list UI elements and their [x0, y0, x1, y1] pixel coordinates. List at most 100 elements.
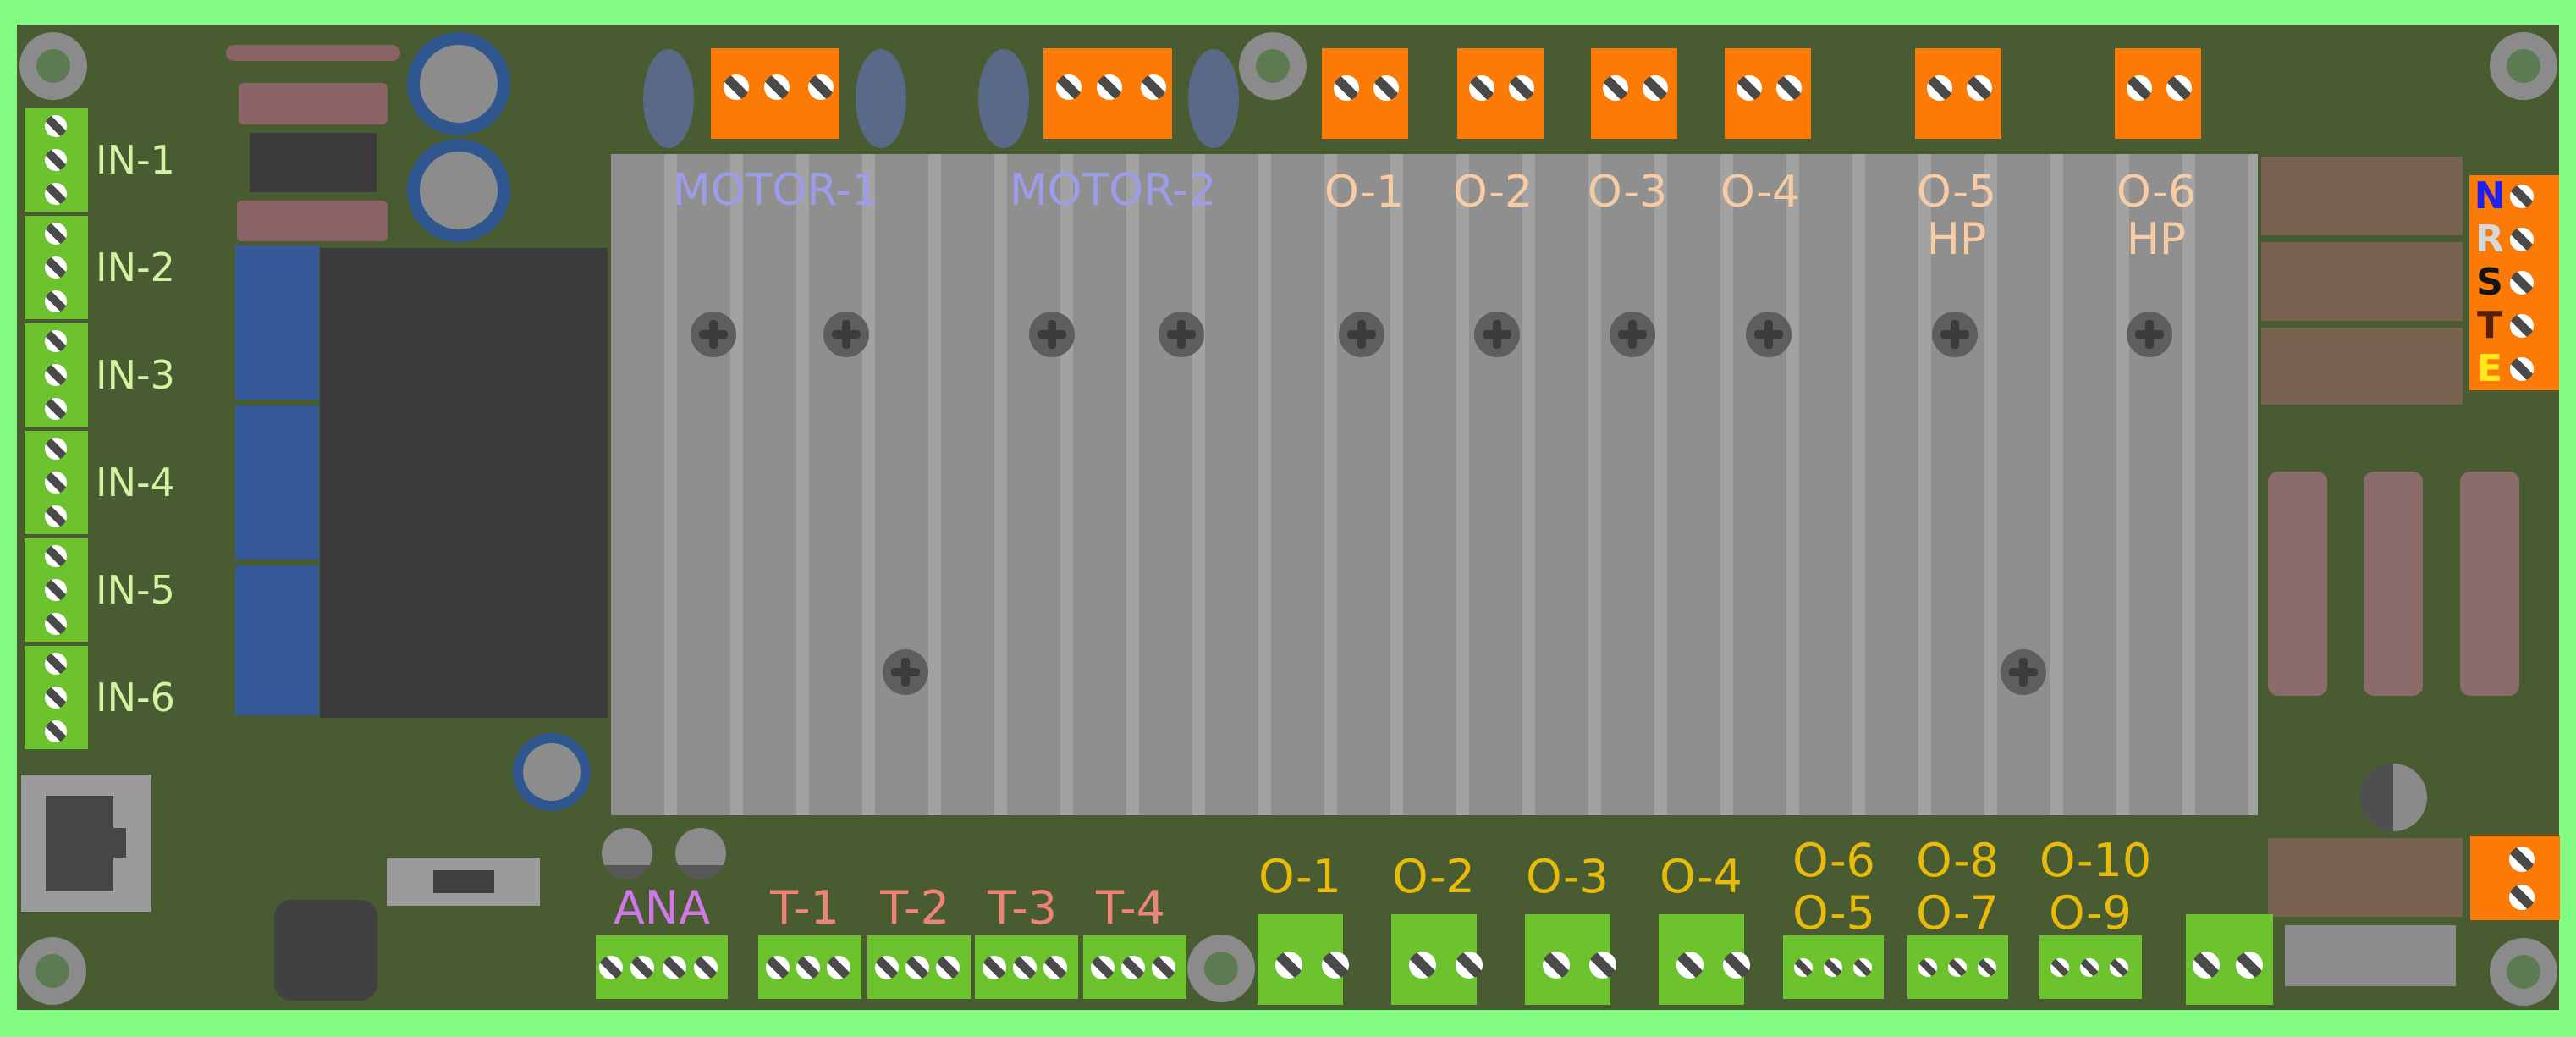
screw [45, 290, 67, 312]
screw [2510, 228, 2534, 251]
screw [45, 720, 67, 742]
terminal-o4-top [1725, 48, 1811, 139]
in-4-label: IN-4 [96, 461, 175, 505]
ana-label: ANA [603, 883, 721, 934]
capacitor-medium [513, 733, 591, 811]
terminal-t4 [1083, 935, 1186, 999]
t2-label: T-2 [864, 883, 966, 934]
o4-bottom-label: O-4 [1650, 852, 1752, 902]
screw [45, 398, 67, 420]
rectifier-block [2268, 838, 2463, 917]
o6-top-label: O-6HP [2105, 168, 2207, 263]
ethernet-opening [46, 796, 113, 891]
power-letter-r: R [2471, 219, 2508, 260]
screw [45, 438, 67, 460]
terminal-o3-bottom [1525, 914, 1610, 1005]
screw [983, 956, 1006, 979]
capacitor-blue [235, 565, 319, 715]
screw [2510, 271, 2534, 295]
screw [1643, 75, 1668, 101]
screw [1043, 956, 1067, 979]
component-gray [2285, 925, 2456, 986]
capacitor-slate [856, 49, 906, 148]
heatsink-screw [1339, 312, 1384, 357]
screw [1603, 75, 1628, 101]
terminal-t3 [975, 935, 1078, 999]
screw [764, 74, 790, 100]
o10-o9-line1: O-10 [2039, 834, 2151, 887]
in-2-label: IN-2 [96, 245, 175, 290]
electrolytic-cap [602, 828, 652, 879]
capacitor-slate [643, 49, 694, 148]
pcb-diagram: IN-1 IN-2 IN-3 IN-4 IN-5 IN-6 [0, 0, 2576, 1037]
heatsink [611, 154, 2258, 815]
screw [2509, 885, 2535, 910]
screw [1978, 958, 1996, 977]
capacitor-blue [235, 245, 319, 400]
screw [766, 956, 790, 979]
terminal-o5-top [1915, 48, 2001, 139]
screw [2080, 958, 2099, 977]
relay [2364, 472, 2423, 696]
component-dark [274, 900, 377, 1001]
terminal-in-5 [25, 538, 88, 642]
terminal-o6-top [2115, 48, 2201, 139]
relay [2268, 472, 2327, 696]
o8-o7-line1: O-8 [1916, 834, 1999, 887]
heatsink-screw [1746, 312, 1792, 357]
relay [2460, 472, 2519, 696]
transistor-round [2359, 764, 2427, 831]
o1-bottom-label: O-1 [1249, 852, 1351, 902]
screw [2510, 357, 2534, 381]
screw [1737, 75, 1762, 101]
o6-o5-label: O-6O-5 [1783, 835, 1885, 940]
o4-top-label: O-4 [1709, 168, 1811, 216]
o2-top-label: O-2 [1442, 168, 1544, 216]
screw [1948, 958, 1967, 977]
mounting-hole-top-middle [1239, 32, 1307, 100]
ethernet-tab [113, 828, 126, 858]
screw [1853, 958, 1872, 977]
terminal-o7-o8 [1907, 935, 2008, 999]
screw [905, 956, 929, 979]
screw [2127, 75, 2152, 101]
resistor-block [237, 201, 388, 241]
terminal-in-3 [25, 323, 88, 427]
screw [45, 330, 67, 352]
resistor-block [239, 83, 388, 124]
screw [45, 256, 67, 279]
screw [45, 613, 67, 635]
mounting-hole-top-right [2490, 32, 2557, 100]
o6-line2: HP [2127, 214, 2186, 265]
screw [45, 183, 67, 205]
terminal-in-2 [25, 216, 88, 319]
screw [1589, 952, 1616, 979]
screw [1097, 74, 1122, 100]
o3-bottom-label: O-3 [1516, 852, 1618, 902]
screw [45, 579, 67, 601]
screw [2510, 314, 2534, 338]
terminal-o2-top [1457, 48, 1544, 139]
screw [875, 956, 899, 979]
terminal-t2 [867, 935, 971, 999]
screw [599, 956, 623, 979]
rectifier-block [2261, 328, 2463, 405]
screw [796, 956, 820, 979]
screw [1776, 75, 1802, 101]
o2-bottom-label: O-2 [1383, 852, 1484, 902]
o8-o7-line2: O-7 [1916, 886, 1999, 940]
screw [1334, 75, 1359, 101]
terminal-o4-bottom [1659, 914, 1744, 1005]
heatsink-screw [1159, 312, 1204, 357]
screw [1409, 952, 1436, 979]
screw [1676, 952, 1704, 979]
terminal-t1 [758, 935, 861, 999]
screw [808, 74, 834, 100]
motor-2-label: MOTOR-2 [986, 167, 1240, 214]
screw [2110, 958, 2128, 977]
mounting-hole-bottom-middle [1187, 935, 1255, 1002]
screw [1456, 952, 1483, 979]
screw [1141, 74, 1166, 100]
heatsink-screw [823, 312, 869, 357]
power-letter-e: E [2471, 349, 2508, 389]
